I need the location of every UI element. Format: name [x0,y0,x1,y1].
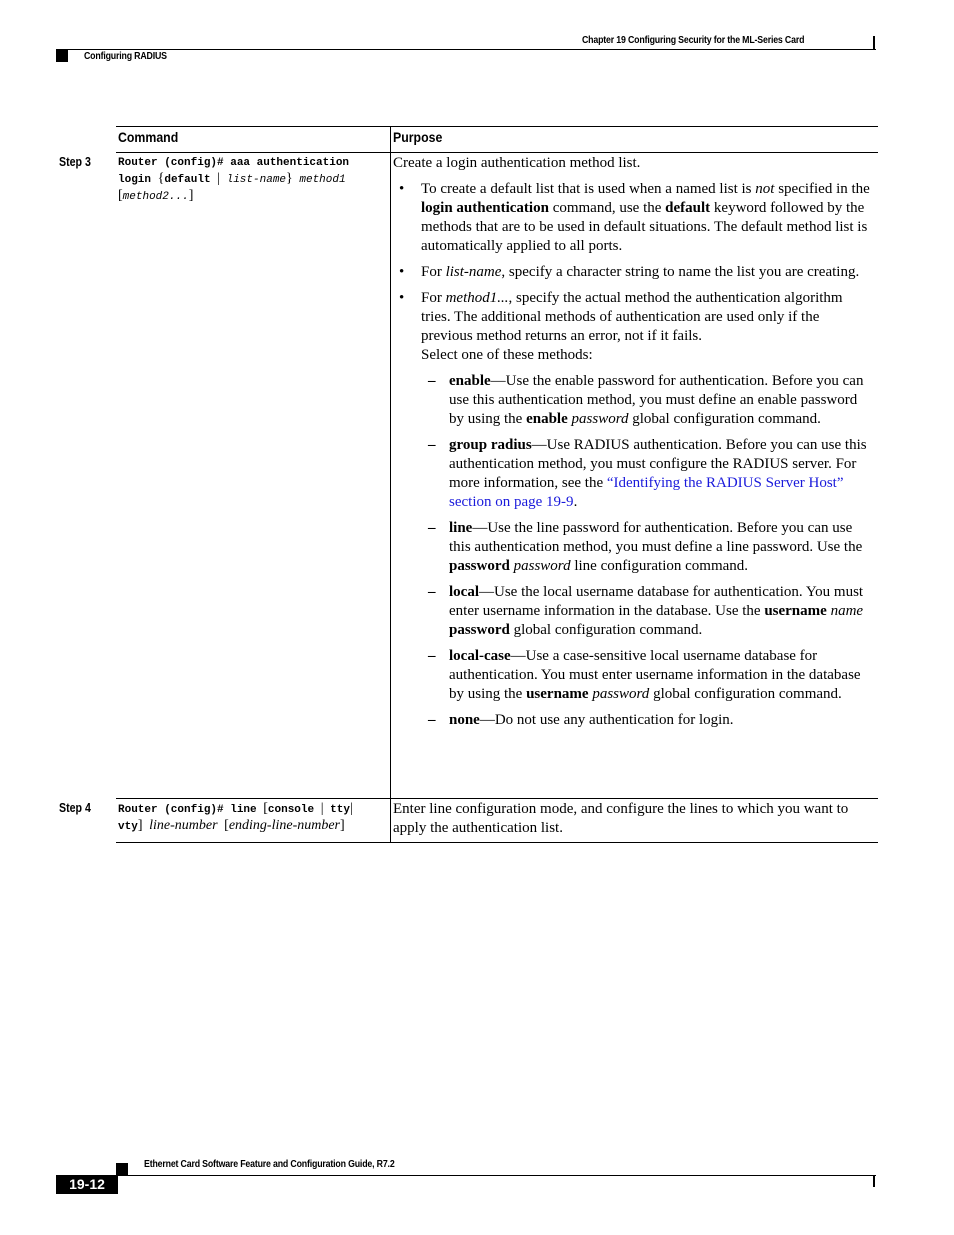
bullet-icon: • [399,290,405,306]
command-bracket: ] [188,188,194,203]
method-name: line [449,520,473,536]
method-name: local-case [449,648,511,664]
dash-icon: – [428,437,436,453]
text: . [573,494,578,510]
section-marker-block [56,50,68,62]
text: To create a default list that is used wh… [421,181,756,197]
command-prompt: Router (config)# [118,804,231,816]
text: , specify a character string to name the… [501,264,860,280]
command-bracket: ] [137,818,143,833]
footer-rule [116,1175,876,1176]
command-keyword: console [267,804,315,816]
command-brace: } [286,171,293,186]
text: For [421,264,446,280]
emphasis: not [755,181,775,197]
table-column-divider [390,126,391,842]
methods-intro: Select one of these methods: [421,347,593,363]
command-keyword: vty [118,821,138,833]
emphasis: list-name [445,264,502,280]
text: For [421,290,446,306]
keyword: username [764,603,827,619]
keyword: password [449,622,510,638]
argument: password [513,558,571,574]
bullet-item: • To create a default list that is used … [393,180,873,256]
text: global configuration command. [509,622,703,638]
method-name: none [449,712,480,728]
dash-icon: – [428,373,436,389]
text: line configuration command. [570,558,749,574]
footer-marker-block [116,1163,128,1175]
command-cell: Router (config)# line [console | tty| vt… [118,801,386,835]
command-keyword: tty [330,804,350,816]
column-header-command: Command [118,129,179,145]
text: —Do not use any authentication for login… [479,712,734,728]
command-pipe: | [320,801,324,816]
keyword: username [526,686,589,702]
bullet-item: • For method1..., specify the actual met… [393,289,873,346]
header-tick-mark [873,36,875,50]
method-item-group-radius: – group radius—Use RADIUS authentication… [393,436,873,512]
command-pipe: | [217,171,220,186]
method-item-enable: – enable—Use the enable password for aut… [393,372,873,429]
purpose-intro: Create a login authentication method lis… [393,155,641,171]
method-item-local: – local—Use the local username database … [393,583,873,640]
footer-tick-mark [873,1175,875,1187]
keyword: password [449,558,510,574]
step-label: Step 4 [59,801,91,815]
command-keyword: login [118,174,152,186]
command-argument: ending-line-number [228,818,341,833]
command-keyword: default [164,174,211,186]
text: command, use the [548,200,666,216]
method-item-line: – line—Use the line password for authent… [393,519,873,576]
command-argument: method1 [299,174,346,186]
text: global configuration command. [628,411,821,427]
table-top-rule [116,126,878,127]
column-header-purpose: Purpose [393,129,443,145]
dash-icon: – [428,584,436,600]
bullet-icon: • [399,181,405,197]
keyword: enable [526,411,568,427]
method-name: enable [449,373,491,389]
command-prompt: Router (config)# aaa authentication [118,157,350,169]
dash-icon: – [428,712,436,728]
table-row-divider [116,798,878,799]
method-name: local [449,584,479,600]
method-item-none: – none—Do not use any authentication for… [393,711,873,730]
step-label: Step 3 [59,155,91,169]
command-argument: list-name [226,174,287,186]
method-name: group radius [449,437,532,453]
command-cell: Router (config)# aaa authentication logi… [118,155,386,205]
command-argument: line-number [149,818,218,833]
text: —Use the line password for authenticatio… [449,520,863,555]
text: global configuration command. [649,686,842,702]
bullet-item: • For list-name, specify a character str… [393,263,873,282]
table-header-rule [116,152,878,153]
command-bracket: ] [340,818,345,833]
text: specified in the [774,181,870,197]
table-bottom-rule [116,842,878,843]
argument: name [830,603,864,619]
command-keyword: line [230,804,257,816]
chapter-title: Chapter 19 Configuring Security for the … [582,35,805,46]
dash-icon: – [428,648,436,664]
purpose-text: Enter line configuration mode, and confi… [393,801,849,836]
guide-title: Ethernet Card Software Feature and Confi… [144,1159,395,1170]
section-title: Configuring RADIUS [84,51,167,62]
argument: password [571,411,629,427]
keyword: default [665,200,711,216]
method-item-local-case: – local-case—Use a case-sensitive local … [393,647,873,704]
argument: password [592,686,650,702]
bullet-icon: • [399,264,405,280]
command-pipe: | [349,801,353,816]
emphasis: method1... [445,290,509,306]
purpose-cell: Enter line configuration mode, and confi… [393,800,873,838]
purpose-cell: Create a login authentication method lis… [393,154,873,730]
page-number: 19-12 [56,1175,118,1194]
keyword: login authentication [421,200,549,216]
dash-icon: – [428,520,436,536]
command-argument: method2... [122,191,189,203]
header-rule [56,49,876,50]
